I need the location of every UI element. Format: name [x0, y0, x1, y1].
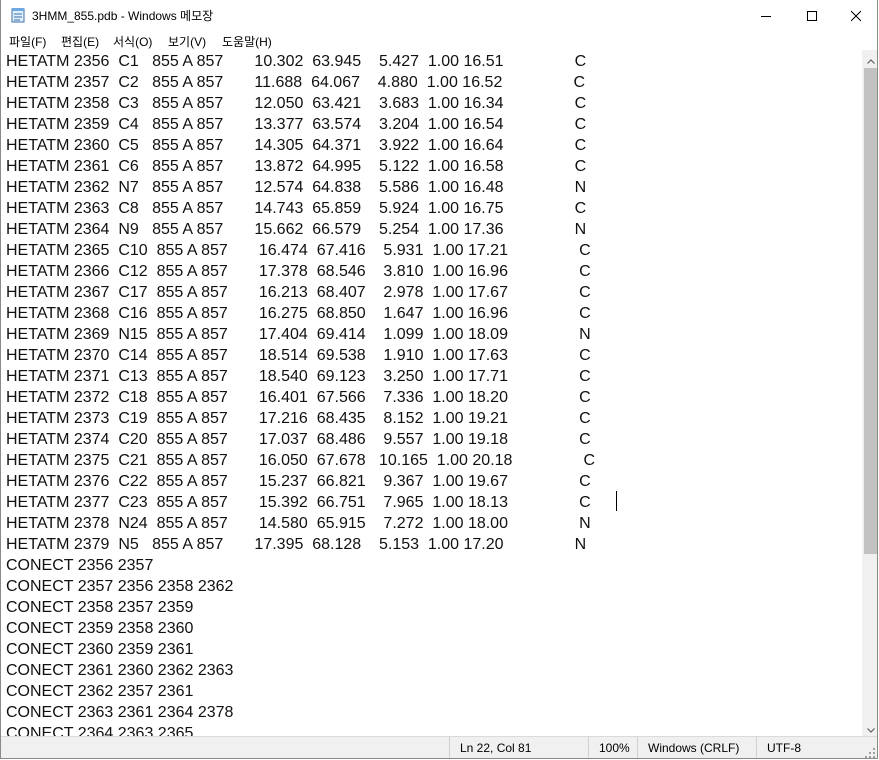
text-caret: [616, 491, 617, 511]
text-line[interactable]: HETATM 2370 C14 855 A 857 18.514 69.538 …: [6, 345, 595, 366]
text-line[interactable]: HETATM 2358 C3 855 A 857 12.050 63.421 3…: [6, 93, 595, 114]
text-line[interactable]: HETATM 2362 N7 855 A 857 12.574 64.838 5…: [6, 177, 595, 198]
text-line[interactable]: CONECT 2356 2357: [6, 555, 595, 576]
menu-help[interactable]: 도움말(H): [222, 33, 272, 50]
scroll-down-button[interactable]: [862, 718, 877, 737]
text-line[interactable]: HETATM 2366 C12 855 A 857 17.378 68.546 …: [6, 261, 595, 282]
text-line[interactable]: HETATM 2371 C13 855 A 857 18.540 69.123 …: [6, 366, 595, 387]
text-editor[interactable]: HETATM 2356 C1 855 A 857 10.302 63.945 5…: [1, 50, 862, 736]
maximize-icon: [807, 6, 817, 25]
text-line[interactable]: HETATM 2374 C20 855 A 857 17.037 68.486 …: [6, 429, 595, 450]
notepad-icon: [11, 7, 25, 23]
text-line[interactable]: HETATM 2377 C23 855 A 857 15.392 66.751 …: [6, 492, 595, 513]
menu-bar: 파일(F) 편집(E) 서식(O) 보기(V) 도움말(H): [1, 30, 877, 50]
minimize-button[interactable]: [743, 0, 789, 30]
scroll-down-arrow-icon: [866, 718, 875, 737]
menu-file[interactable]: 파일(F): [9, 33, 46, 50]
scroll-up-arrow-icon: [866, 49, 875, 68]
text-line[interactable]: HETATM 2373 C19 855 A 857 17.216 68.435 …: [6, 408, 595, 429]
text-line[interactable]: HETATM 2365 C10 855 A 857 16.474 67.416 …: [6, 240, 595, 261]
text-line[interactable]: HETATM 2368 C16 855 A 857 16.275 68.850 …: [6, 303, 595, 324]
text-line[interactable]: HETATM 2378 N24 855 A 857 14.580 65.915 …: [6, 513, 595, 534]
text-line[interactable]: HETATM 2357 C2 855 A 857 11.688 64.067 4…: [6, 72, 595, 93]
text-line[interactable]: CONECT 2362 2357 2361: [6, 681, 595, 702]
text-line[interactable]: HETATM 2356 C1 855 A 857 10.302 63.945 5…: [6, 51, 595, 72]
minimize-icon: [761, 6, 771, 25]
menu-edit[interactable]: 편집(E): [61, 33, 99, 50]
text-line[interactable]: HETATM 2364 N9 855 A 857 15.662 66.579 5…: [6, 219, 595, 240]
status-zoom: 100%: [588, 737, 638, 758]
text-line[interactable]: HETATM 2372 C18 855 A 857 16.401 67.566 …: [6, 387, 595, 408]
status-line-ending: Windows (CRLF): [637, 737, 757, 758]
notepad-window: 3HMM_855.pdb - Windows 메모장 파일(F) 편집(E) 서…: [0, 0, 878, 759]
text-line[interactable]: HETATM 2379 N5 855 A 857 17.395 68.128 5…: [6, 534, 595, 555]
text-line[interactable]: CONECT 2364 2363 2365: [6, 723, 595, 736]
resize-grip-icon[interactable]: [864, 747, 876, 758]
text-line[interactable]: HETATM 2360 C5 855 A 857 14.305 64.371 3…: [6, 135, 595, 156]
text-line[interactable]: CONECT 2360 2359 2361: [6, 639, 595, 660]
text-line[interactable]: HETATM 2369 N15 855 A 857 17.404 69.414 …: [6, 324, 595, 345]
text-line[interactable]: HETATM 2376 C22 855 A 857 15.237 66.821 …: [6, 471, 595, 492]
status-encoding: UTF-8: [756, 737, 862, 758]
status-cursor-position: Ln 22, Col 81: [449, 737, 589, 758]
title-bar[interactable]: 3HMM_855.pdb - Windows 메모장: [1, 0, 877, 30]
text-line[interactable]: CONECT 2363 2361 2364 2378: [6, 702, 595, 723]
text-line[interactable]: HETATM 2359 C4 855 A 857 13.377 63.574 3…: [6, 114, 595, 135]
close-icon: [850, 6, 862, 25]
status-bar: Ln 22, Col 81 100% Windows (CRLF) UTF-8: [1, 736, 877, 758]
close-button[interactable]: [833, 0, 877, 30]
text-line[interactable]: CONECT 2359 2358 2360: [6, 618, 595, 639]
menu-view[interactable]: 보기(V): [168, 33, 206, 50]
scroll-thumb[interactable]: [864, 68, 877, 554]
text-line[interactable]: CONECT 2358 2357 2359: [6, 597, 595, 618]
maximize-button[interactable]: [789, 0, 835, 30]
menu-format[interactable]: 서식(O): [113, 33, 152, 50]
text-line[interactable]: HETATM 2363 C8 855 A 857 14.743 65.859 5…: [6, 198, 595, 219]
text-line[interactable]: CONECT 2357 2356 2358 2362: [6, 576, 595, 597]
text-line[interactable]: HETATM 2361 C6 855 A 857 13.872 64.995 5…: [6, 156, 595, 177]
window-title: 3HMM_855.pdb - Windows 메모장: [32, 9, 214, 23]
vertical-scrollbar[interactable]: [862, 49, 877, 737]
text-line[interactable]: HETATM 2367 C17 855 A 857 16.213 68.407 …: [6, 282, 595, 303]
scroll-up-button[interactable]: [862, 49, 877, 68]
text-line[interactable]: CONECT 2361 2360 2362 2363: [6, 660, 595, 681]
text-line[interactable]: HETATM 2375 C21 855 A 857 16.050 67.678 …: [6, 450, 595, 471]
editor-content[interactable]: HETATM 2356 C1 855 A 857 10.302 63.945 5…: [6, 51, 595, 736]
